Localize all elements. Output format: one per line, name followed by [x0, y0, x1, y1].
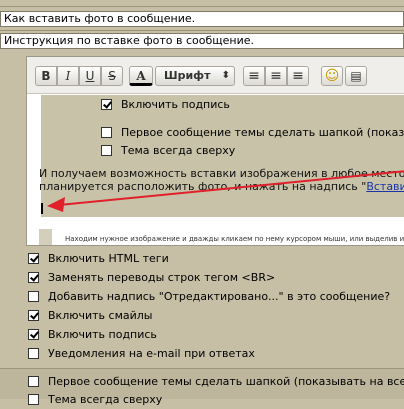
option-label: Включить подпись [48, 328, 157, 341]
message-editor[interactable]: B I U S A Шрифт ⬍ ≡ ≡ ≡ ☺ ▤ Включить под… [26, 56, 404, 246]
topic-title-field[interactable]: Как вставить фото в сообщение. [0, 11, 404, 27]
scroll-thumb[interactable] [39, 229, 52, 245]
checkbox[interactable] [28, 310, 39, 321]
option-label: Добавить надпись "Отредактировано..." в … [48, 290, 391, 303]
topic-description-field[interactable]: Инструкция по вставке фото в сообщение. [0, 33, 404, 49]
option-label: Уведомления на e-mail при ответах [48, 347, 255, 360]
option-label: Включить HTML теги [48, 252, 169, 265]
hint-text: Находим нужное изображение и дважды клик… [65, 235, 404, 243]
annotation-arrow-icon [47, 170, 404, 212]
checkbox[interactable] [28, 348, 39, 359]
checkbox[interactable] [28, 376, 39, 387]
option-label: Заменять переводы строк тегом <BR> [48, 271, 276, 284]
divider [0, 30, 404, 31]
topic-options: Первое сообщение темы сделать шапкой (по… [0, 368, 404, 406]
checkbox[interactable] [28, 329, 39, 340]
option-label: Первое сообщение темы сделать шапкой (по… [48, 375, 404, 388]
checkbox[interactable] [28, 272, 39, 283]
option-label: Включить смайлы [48, 309, 153, 322]
checkbox[interactable] [28, 253, 39, 264]
option-label: Тема всегда сверху [48, 393, 163, 406]
divider [0, 6, 404, 7]
checkbox[interactable] [28, 291, 39, 302]
checkbox[interactable] [28, 394, 39, 405]
